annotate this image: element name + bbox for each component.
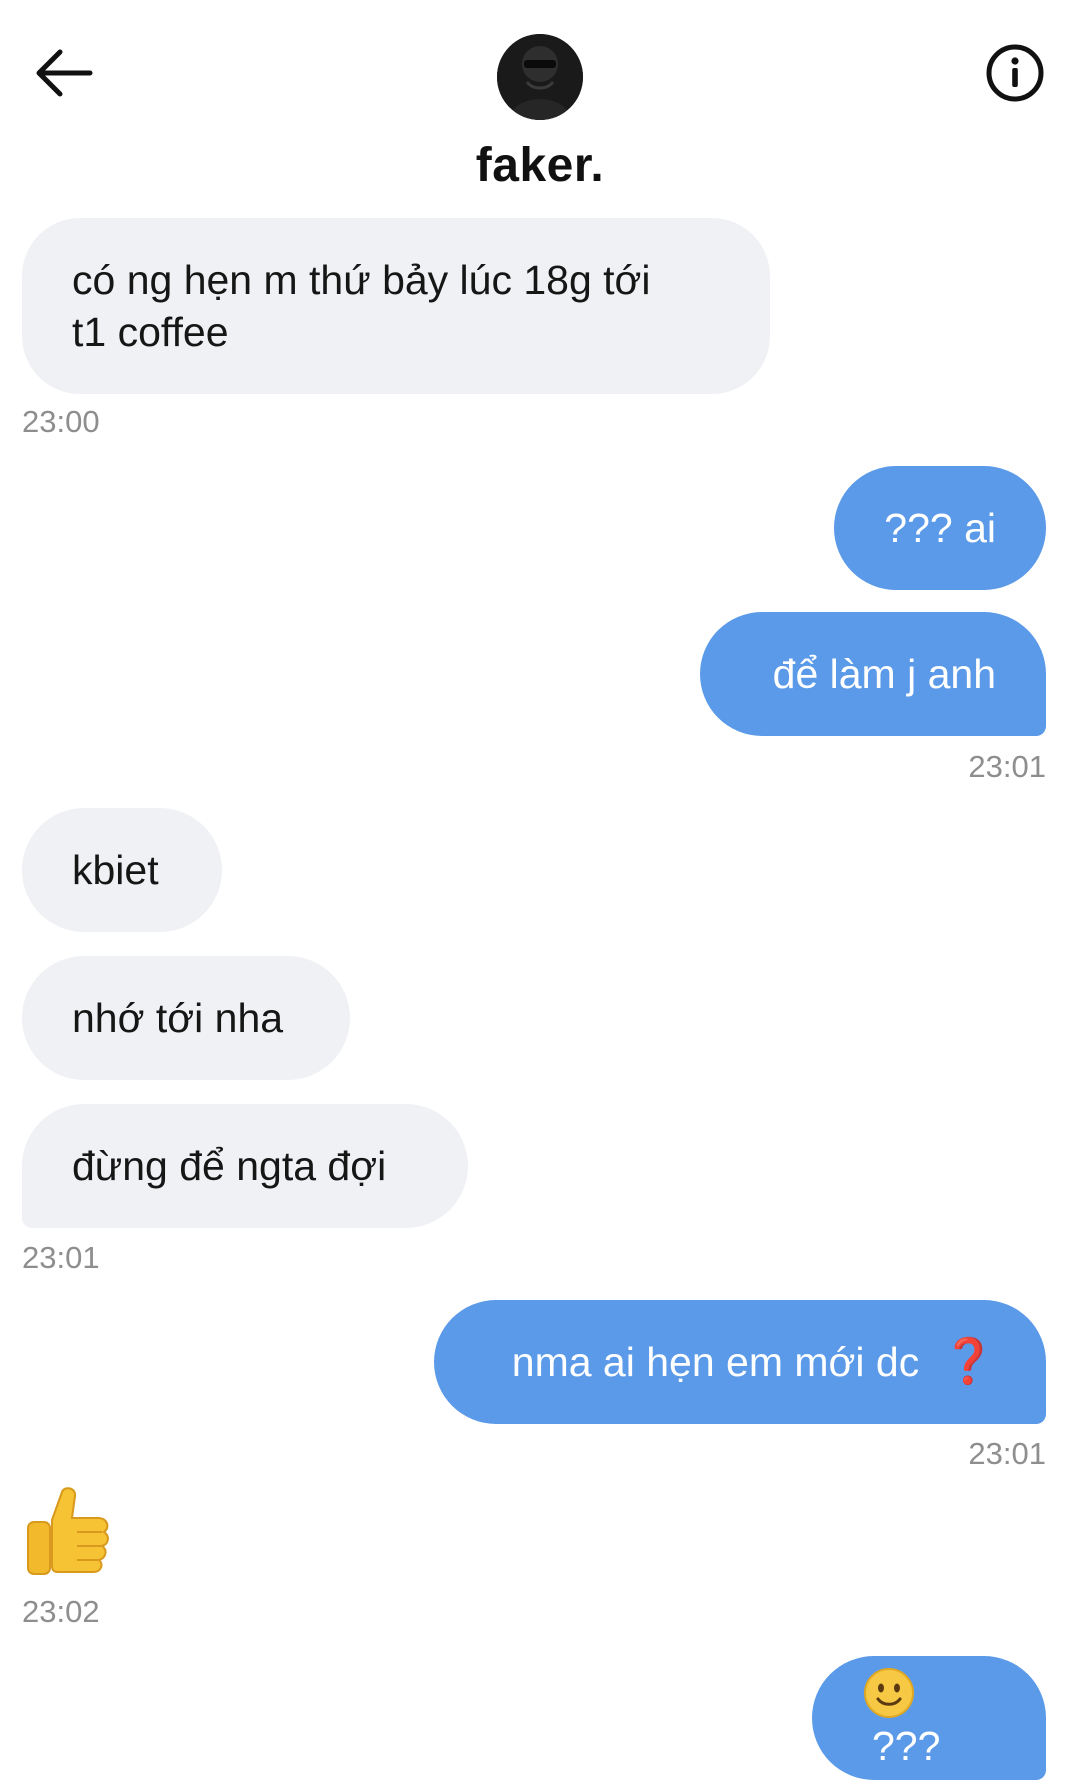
chat-screen: faker. có ng hẹn m thứ bảy lúc 18g tới t…	[0, 0, 1080, 1784]
contact-name[interactable]: faker.	[0, 138, 1080, 193]
arrow-left-icon	[36, 49, 93, 97]
message-text: để làm j anh	[772, 651, 996, 697]
message-bubble-outgoing[interactable]: ???	[812, 1656, 1046, 1780]
thumbs-up-icon[interactable]	[22, 1484, 112, 1580]
message-text: kbiet	[72, 847, 159, 893]
timestamp: 23:01	[968, 1436, 1046, 1471]
avatar-photo	[497, 34, 583, 120]
avatar[interactable]	[497, 34, 583, 120]
message-bubble-outgoing[interactable]: ??? ai	[834, 466, 1046, 590]
info-button[interactable]	[982, 40, 1048, 106]
message-bubble-outgoing[interactable]: để làm j anh	[700, 612, 1046, 736]
message-bubble-outgoing[interactable]: nma ai hẹn em mới dc ❓	[434, 1300, 1046, 1424]
back-button[interactable]	[30, 38, 100, 108]
timestamp: 23:01	[968, 749, 1046, 784]
message-text: nhớ tới nha	[72, 995, 284, 1041]
info-circle-icon	[986, 44, 1044, 102]
message-bubble-incoming[interactable]: nhớ tới nha	[22, 956, 350, 1080]
red-question-mark-icon: ❓	[941, 1337, 996, 1386]
slightly-smiling-face-icon	[864, 1668, 914, 1719]
message-text: nma ai hẹn em mới dc ❓	[511, 1337, 996, 1386]
timestamp: 23:00	[22, 404, 100, 439]
timestamp: 23:01	[22, 1240, 100, 1275]
message-text: đừng để ngta đợi	[72, 1143, 387, 1189]
timestamp: 23:02	[22, 1594, 100, 1629]
message-bubble-incoming[interactable]: có ng hẹn m thứ bảy lúc 18g tới t1 coffe…	[22, 218, 770, 394]
message-bubble-incoming[interactable]: đừng để ngta đợi	[22, 1104, 468, 1228]
message-text: có ng hẹn m thứ bảy lúc 18g tới t1 coffe…	[72, 257, 651, 355]
message-text: ???	[862, 1664, 996, 1772]
message-text: ??? ai	[884, 505, 996, 551]
message-bubble-incoming[interactable]: kbiet	[22, 808, 222, 932]
